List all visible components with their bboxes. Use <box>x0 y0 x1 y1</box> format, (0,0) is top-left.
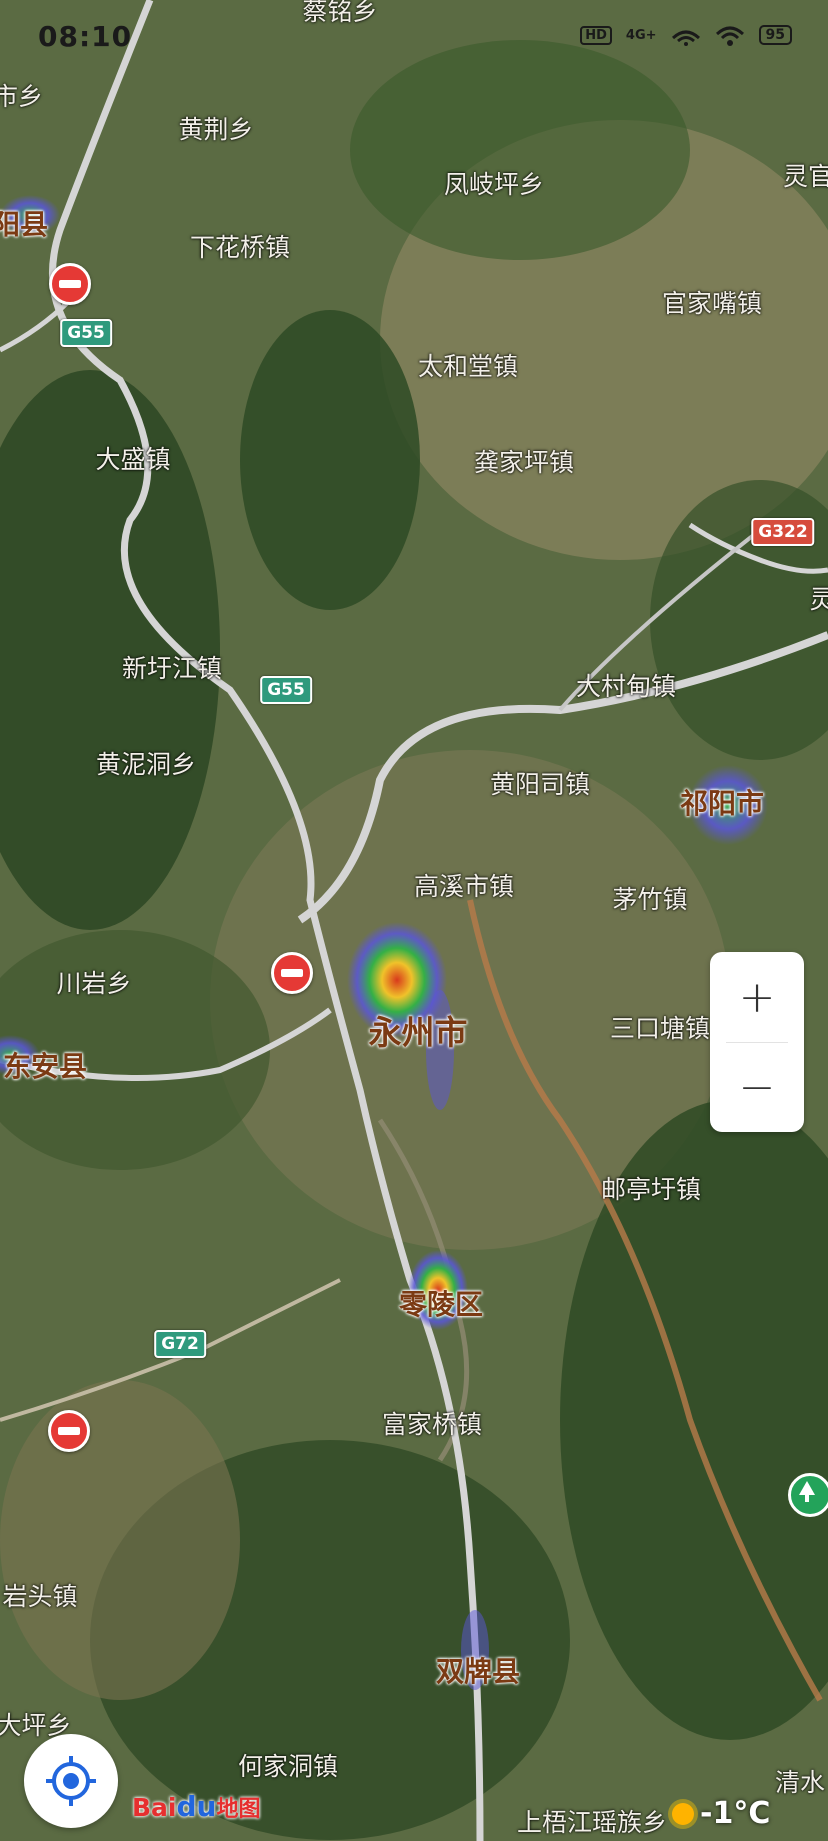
temperature: -1°C <box>700 1796 771 1831</box>
battery-indicator: 95 <box>758 25 792 45</box>
place-label[interactable]: 川岩乡 <box>56 964 131 1000</box>
place-label[interactable]: 黄荆乡 <box>178 110 253 146</box>
place-label[interactable]: 茅竹镇 <box>612 880 687 916</box>
road-closure-icon[interactable] <box>271 952 313 994</box>
map-canvas[interactable] <box>0 0 828 1841</box>
logo-bai: Bai <box>132 1793 177 1822</box>
road-closure-icon[interactable] <box>49 263 91 305</box>
place-label-county[interactable]: 东安县 <box>3 1045 87 1085</box>
tree-icon <box>799 1481 815 1502</box>
place-label[interactable]: 富家桥镇 <box>382 1405 482 1441</box>
place-label[interactable]: 新圩江镇 <box>122 649 222 685</box>
place-label[interactable]: 邮亭圩镇 <box>601 1170 701 1206</box>
status-time: 08:10 <box>38 20 133 53</box>
place-label[interactable]: 三口塘镇 <box>610 1009 710 1045</box>
place-label[interactable]: 下花桥镇 <box>190 228 290 264</box>
logo-cn: 地图 <box>216 1797 261 1822</box>
zoom-in-button[interactable]: + <box>710 952 804 1042</box>
place-label[interactable]: 官家嘴镇 <box>662 284 762 320</box>
place-label[interactable]: 太和堂镇 <box>418 347 518 383</box>
network-indicator: 4G+ <box>625 27 657 43</box>
place-label[interactable]: 上梧江瑶族乡 <box>517 1803 667 1839</box>
zoom-control: + − <box>710 952 804 1132</box>
sun-icon <box>672 1802 694 1825</box>
place-label[interactable]: 清水 <box>775 1763 825 1799</box>
place-label-county[interactable]: 双牌县 <box>436 1650 520 1690</box>
place-label[interactable]: 大村甸镇 <box>576 667 676 703</box>
zoom-out-button[interactable]: − <box>710 1042 804 1132</box>
road-shield[interactable]: G55 <box>60 319 112 347</box>
place-label[interactable]: 何家洞镇 <box>238 1747 338 1783</box>
logo-paw: du <box>176 1790 217 1823</box>
place-label[interactable]: 岩头镇 <box>2 1577 77 1613</box>
place-label[interactable]: 黄泥洞乡 <box>96 745 196 781</box>
place-label[interactable]: 高溪市镇 <box>414 867 514 903</box>
baidu-map-logo: Baidu地图 <box>132 1790 261 1823</box>
wifi-icon <box>715 26 744 46</box>
cellular-signal-icon <box>671 30 700 46</box>
place-label[interactable]: 大盛镇 <box>95 440 170 476</box>
place-label-county[interactable]: 阳县 <box>0 203 48 243</box>
status-icons: HD 4G+ 95 <box>580 24 792 46</box>
place-label[interactable]: 灵官 <box>783 157 828 193</box>
weather-widget[interactable]: -1°C <box>672 1796 770 1831</box>
road-shield[interactable]: G55 <box>260 676 312 704</box>
park-poi-icon[interactable] <box>788 1473 828 1517</box>
place-label[interactable]: 龚家坪镇 <box>474 443 574 479</box>
road-shield[interactable]: G322 <box>751 518 815 546</box>
locate-button[interactable] <box>24 1734 118 1828</box>
place-label[interactable]: 黄阳司镇 <box>490 765 590 801</box>
status-bar: 08:10 HD 4G+ 95 <box>0 0 828 80</box>
place-label[interactable]: 市乡 <box>0 77 43 113</box>
place-label-city[interactable]: 永州市 <box>369 1006 468 1054</box>
place-label[interactable]: 灵 <box>809 580 828 616</box>
place-label[interactable]: 凤岐坪乡 <box>444 165 544 201</box>
road-closure-icon[interactable] <box>48 1410 90 1452</box>
place-label-county[interactable]: 祁阳市 <box>680 782 764 822</box>
location-target-icon <box>46 1756 96 1806</box>
road-shield[interactable]: G72 <box>154 1330 206 1358</box>
hd-badge: HD <box>580 25 612 45</box>
place-label-county[interactable]: 零陵区 <box>399 1283 483 1323</box>
